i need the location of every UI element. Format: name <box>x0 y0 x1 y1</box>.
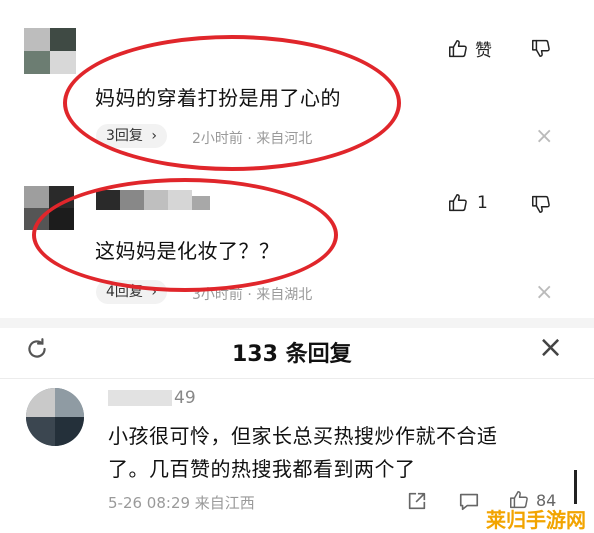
section-divider <box>0 318 594 328</box>
thumbs-down-icon[interactable] <box>530 193 552 215</box>
like-label: 赞 <box>475 41 492 61</box>
close-sheet-icon[interactable]: × <box>538 330 563 365</box>
username-fragment: 49 <box>174 388 196 408</box>
close-icon[interactable]: × <box>535 280 553 305</box>
header-divider <box>0 378 594 379</box>
comment-meta: 2小时前 · 来自河北 <box>192 131 313 147</box>
replies-button[interactable]: 4回复 › <box>96 280 167 304</box>
avatar[interactable] <box>24 28 76 74</box>
like-button[interactable]: 赞 <box>447 36 492 61</box>
replies-button[interactable]: 3回复 › <box>96 124 167 148</box>
refresh-icon[interactable] <box>24 336 50 362</box>
thumbs-up-icon <box>447 38 469 60</box>
chevron-right-icon: › <box>151 128 157 144</box>
replies-label: 3回复 <box>106 128 143 144</box>
replies-label: 4回复 <box>106 284 143 300</box>
watermark: 莱归手游网 <box>486 508 586 532</box>
sheet-title: 133 条回复 <box>232 342 352 367</box>
comment-icon[interactable] <box>458 490 480 512</box>
username[interactable]: 49 <box>108 388 196 408</box>
thumbs-down-icon[interactable] <box>530 37 552 59</box>
comment-text: 妈妈的穿着打扮是用了心的 <box>95 86 341 110</box>
scrollbar[interactable] <box>574 470 577 504</box>
close-icon[interactable]: × <box>535 124 553 149</box>
reply-text-line: 了。几百赞的热搜我都看到两个了 <box>108 457 416 481</box>
like-button[interactable]: 1 <box>447 192 488 214</box>
comment-text: 这妈妈是化妆了？？ <box>95 239 280 263</box>
reply-meta: 5-26 08:29 来自江西 <box>108 494 255 512</box>
share-icon[interactable] <box>406 490 428 512</box>
avatar[interactable] <box>26 388 84 446</box>
thumbs-up-icon <box>447 192 469 214</box>
reply-text-line: 小孩很可怜，但家长总买热搜炒作就不合适 <box>108 424 498 448</box>
comment-meta: 3小时前 · 来自湖北 <box>192 287 313 303</box>
username-pixelated[interactable] <box>96 190 211 212</box>
chevron-right-icon: › <box>151 284 157 300</box>
like-count: 1 <box>477 193 488 213</box>
avatar[interactable] <box>24 186 74 230</box>
